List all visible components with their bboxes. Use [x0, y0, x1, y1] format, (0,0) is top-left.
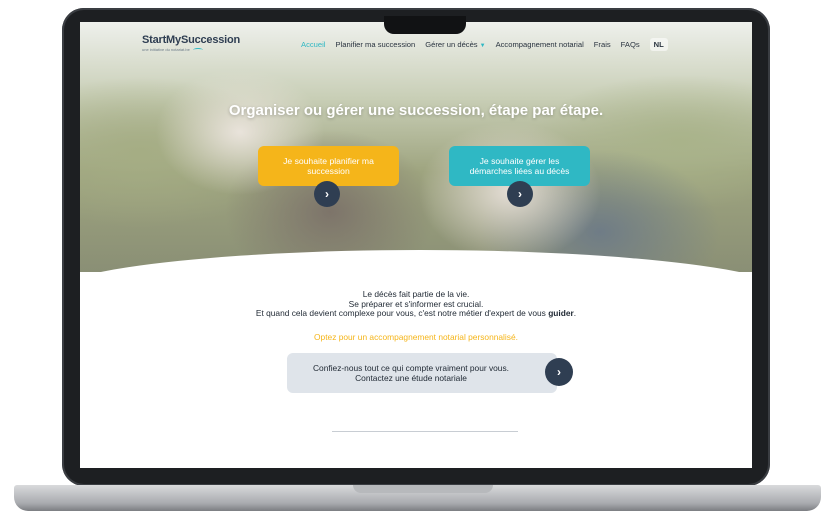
intro-text: Le décès fait partie de la vie. Se prépa… — [80, 289, 752, 319]
hero-title: Organiser ou gérer une succession, étape… — [228, 102, 604, 119]
highlight-text: Optez pour un accompagnement notarial pe… — [314, 332, 518, 342]
logo-tagline: une initiative du notariat.be — [142, 47, 240, 52]
intro-line-3-suffix: . — [573, 308, 577, 318]
hero-image — [80, 22, 752, 272]
laptop-mockup: StartMySuccession une initiative du nota… — [0, 0, 829, 528]
site-logo[interactable]: StartMySuccession une initiative du nota… — [142, 34, 240, 52]
contact-text: Confiez-nous tout ce qui compte vraiment… — [313, 363, 509, 383]
nav-item-accueil[interactable]: Accueil — [301, 40, 325, 49]
website-screen: StartMySuccession une initiative du nota… — [80, 22, 752, 468]
plan-succession-label: Je souhaite planifier ma succession — [283, 156, 374, 176]
contact-line-1: Confiez-nous tout ce qui compte vraiment… — [313, 363, 509, 373]
nav-item-gerer-deces-label: Gérer un décès — [425, 40, 478, 49]
chevron-down-icon: ▼ — [479, 43, 486, 49]
language-switch-nl[interactable]: NL — [649, 38, 668, 51]
nav-item-gerer-deces[interactable]: Gérer un décès ▼ — [425, 40, 485, 49]
logo-tagline-text: une initiative du notariat.be — [142, 47, 190, 52]
manage-death-label: Je souhaite gérer les démarches liées au… — [469, 156, 570, 176]
nav-item-frais[interactable]: Frais — [594, 40, 611, 49]
contact-notary-button[interactable]: Confiez-nous tout ce qui compte vraiment… — [287, 353, 557, 393]
chevron-right-icon[interactable]: › — [314, 181, 340, 207]
intro-line-3: Et quand cela devient complexe pour vous… — [80, 308, 752, 319]
logo-swoosh-icon — [192, 47, 203, 52]
nav-item-planifier[interactable]: Planifier ma succession — [335, 40, 415, 49]
laptop-notch — [384, 16, 466, 34]
main-nav: Accueil Planifier ma succession Gérer un… — [301, 38, 678, 51]
intro-line-3-bold: guider — [548, 308, 574, 318]
chevron-right-icon[interactable]: › — [507, 181, 533, 207]
plan-succession-button[interactable]: Je souhaite planifier ma succession — [258, 146, 399, 186]
logo-name: StartMySuccession — [142, 34, 241, 46]
laptop-base-groove — [353, 485, 493, 493]
chevron-right-icon[interactable]: › — [545, 358, 573, 386]
nav-item-accompagnement[interactable]: Accompagnement notarial — [496, 40, 584, 49]
intro-line-3-prefix: Et quand cela devient complexe pour vous… — [255, 308, 546, 318]
section-divider — [332, 431, 518, 432]
manage-death-button[interactable]: Je souhaite gérer les démarches liées au… — [449, 146, 590, 186]
nav-item-faqs[interactable]: FAQs — [621, 40, 640, 49]
contact-line-2: Contactez une étude notariale — [355, 373, 467, 383]
